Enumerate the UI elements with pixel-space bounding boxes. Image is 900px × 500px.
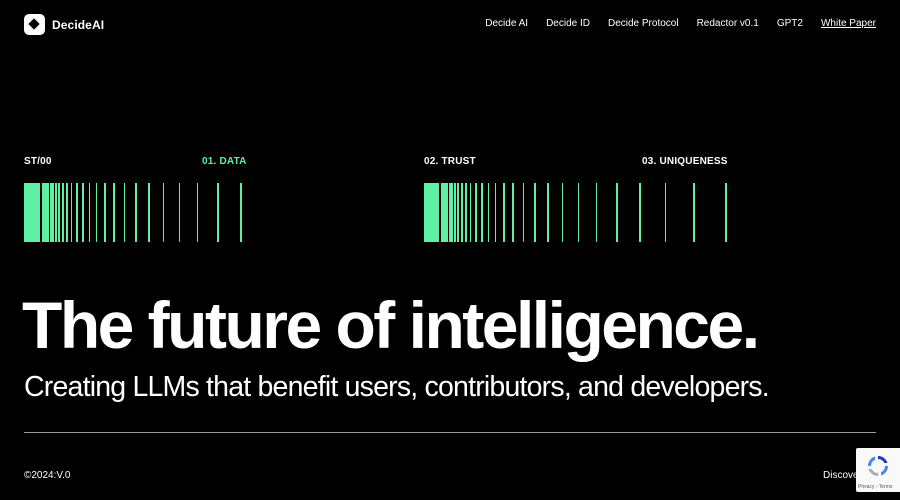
barcode-line bbox=[534, 183, 536, 242]
barcode-line bbox=[457, 183, 460, 242]
barcode-line bbox=[76, 183, 78, 242]
barcode-line bbox=[616, 183, 618, 242]
barcode-line bbox=[88, 183, 91, 242]
stage-trust-label: 02. TRUST bbox=[424, 156, 476, 167]
trust-barcode-graphic bbox=[424, 183, 734, 242]
stage-uniqueness-label: 03. UNIQUENESS bbox=[642, 156, 728, 167]
nav-decide-ai[interactable]: Decide AI bbox=[485, 18, 528, 29]
barcode-line bbox=[475, 183, 477, 242]
barcode-line bbox=[148, 183, 150, 242]
top-nav: Decide AI Decide ID Decide Protocol Reda… bbox=[485, 18, 876, 29]
barcode-line bbox=[178, 183, 181, 242]
barcode-line bbox=[70, 183, 73, 242]
barcode-line bbox=[512, 183, 514, 242]
barcode-line bbox=[503, 183, 505, 242]
barcode-line bbox=[95, 183, 98, 242]
nav-gpt2[interactable]: GPT2 bbox=[777, 18, 803, 29]
barcode-line bbox=[522, 183, 525, 242]
barcode-line bbox=[469, 183, 472, 242]
recaptcha-footer-text: Privacy - Terms bbox=[858, 484, 893, 490]
barcode-line bbox=[104, 183, 106, 242]
barcode-line bbox=[55, 183, 58, 242]
barcode-line bbox=[664, 183, 666, 242]
barcode-line bbox=[52, 183, 55, 242]
barcode-line bbox=[595, 183, 598, 242]
logo-icon bbox=[24, 14, 45, 35]
barcode-line bbox=[577, 183, 580, 242]
hero-headline: The future of intelligence. bbox=[22, 288, 760, 362]
copyright-text: ©2024:V.0 bbox=[24, 470, 71, 481]
stage-data-label: 01. DATA bbox=[202, 156, 247, 167]
barcode-line bbox=[82, 183, 84, 242]
nav-decide-id[interactable]: Decide ID bbox=[546, 18, 590, 29]
barcode-line bbox=[561, 183, 564, 242]
barcode-line bbox=[494, 183, 497, 242]
data-barcode-graphic bbox=[24, 183, 246, 242]
barcode-line bbox=[639, 183, 641, 242]
barcode-line bbox=[66, 183, 68, 242]
barcode-line bbox=[451, 183, 454, 242]
recaptcha-icon bbox=[868, 456, 888, 476]
barcode-block bbox=[24, 183, 40, 242]
barcode-line bbox=[481, 183, 483, 242]
footer-divider bbox=[24, 432, 876, 433]
barcode-line bbox=[547, 183, 549, 242]
stage-start-label: ST/00 bbox=[24, 156, 52, 167]
barcode-line bbox=[240, 183, 242, 242]
barcode-line bbox=[725, 183, 727, 242]
barcode-line bbox=[123, 183, 126, 242]
recaptcha-badge[interactable]: Privacy - Terms bbox=[856, 448, 900, 492]
barcode-line bbox=[487, 183, 490, 242]
barcode-line bbox=[465, 183, 467, 242]
nav-white-paper[interactable]: White Paper bbox=[821, 18, 876, 29]
brand-logo[interactable]: DecideAI bbox=[24, 14, 104, 35]
brand-name: DecideAI bbox=[52, 17, 105, 32]
barcode-line bbox=[162, 183, 165, 242]
barcode-line bbox=[693, 183, 695, 242]
barcode-line bbox=[454, 183, 457, 242]
nav-redactor[interactable]: Redactor v0.1 bbox=[697, 18, 759, 29]
hero-subheadline: Creating LLMs that benefit users, contri… bbox=[24, 371, 770, 403]
barcode-line bbox=[217, 183, 219, 242]
barcode-line bbox=[58, 183, 61, 242]
barcode-block bbox=[424, 183, 439, 242]
barcode-line bbox=[62, 183, 65, 242]
barcode-line bbox=[196, 183, 199, 242]
nav-decide-protocol[interactable]: Decide Protocol bbox=[608, 18, 679, 29]
barcode-line bbox=[135, 183, 137, 242]
barcode-line bbox=[461, 183, 464, 242]
barcode-line bbox=[113, 183, 115, 242]
